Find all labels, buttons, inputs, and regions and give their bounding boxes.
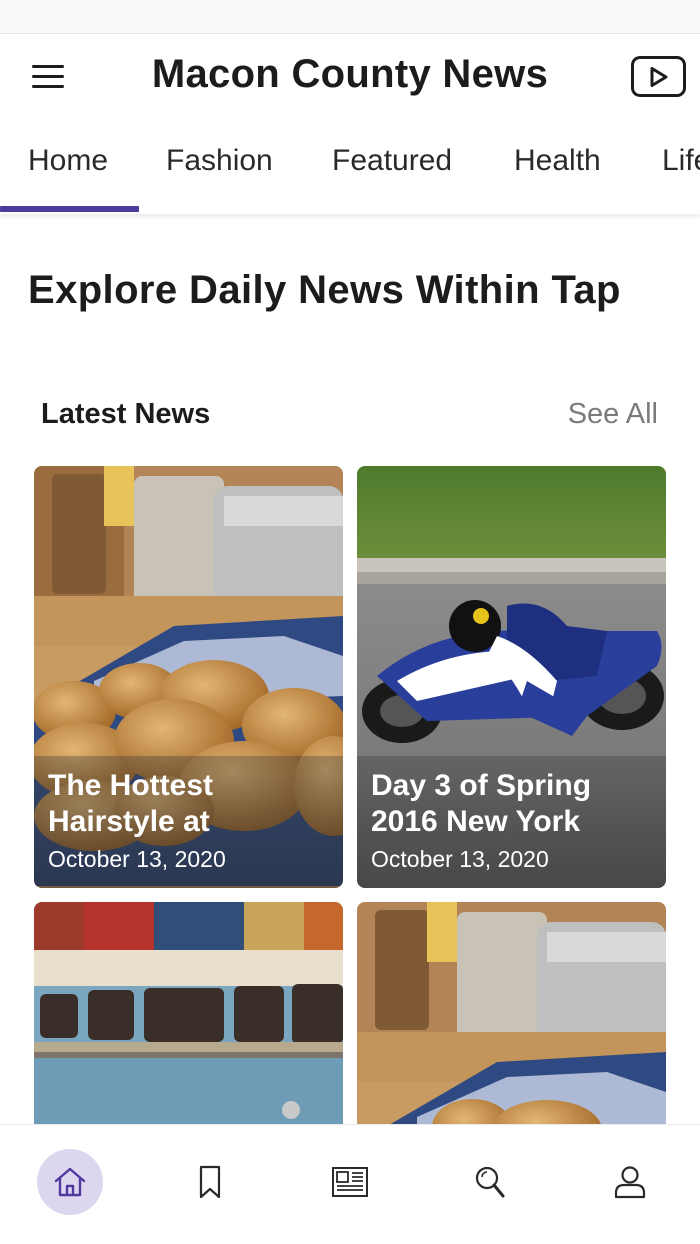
tab-health[interactable]: Health bbox=[514, 144, 601, 178]
section-title: Latest News bbox=[41, 398, 211, 430]
rusty-van-photo bbox=[34, 902, 343, 1132]
tab-featured[interactable]: Featured bbox=[332, 144, 452, 178]
app-title: Macon County News bbox=[151, 52, 549, 96]
hamburger-menu-icon[interactable] bbox=[22, 56, 74, 96]
tab-home[interactable]: Home bbox=[28, 144, 108, 178]
card-title: Day 3 of Spring 2016 New York bbox=[371, 769, 592, 838]
profile-icon[interactable] bbox=[597, 1149, 663, 1215]
tab-lifestyle[interactable]: Lifestyle bbox=[662, 144, 700, 178]
status-bar bbox=[0, 0, 700, 34]
tab-fashion[interactable]: Fashion bbox=[166, 144, 273, 178]
page-headline: Explore Daily News Within Tap bbox=[28, 268, 621, 312]
news-card[interactable] bbox=[357, 902, 666, 1132]
video-play-icon[interactable] bbox=[631, 56, 686, 97]
news-card[interactable]: The Hottest Hairstyle at October 13, 202… bbox=[34, 466, 343, 888]
news-card[interactable] bbox=[34, 902, 343, 1132]
newspaper-icon[interactable] bbox=[317, 1149, 383, 1215]
home-icon[interactable] bbox=[37, 1149, 103, 1215]
potatoes-basket-photo bbox=[357, 902, 666, 1132]
bottom-navigation bbox=[0, 1124, 700, 1244]
card-date: October 13, 2020 bbox=[48, 846, 226, 872]
bookmark-icon[interactable] bbox=[177, 1149, 243, 1215]
card-date: October 13, 2020 bbox=[371, 846, 549, 872]
app-header: Macon County News bbox=[0, 34, 700, 118]
category-tabs: Home Fashion Featured Health Lifestyle bbox=[0, 118, 700, 214]
search-icon[interactable] bbox=[457, 1149, 523, 1215]
active-tab-indicator bbox=[0, 206, 139, 212]
news-card[interactable]: Day 3 of Spring 2016 New York October 13… bbox=[357, 466, 666, 888]
see-all-link[interactable]: See All bbox=[568, 398, 658, 431]
card-title: The Hottest Hairstyle at bbox=[48, 769, 213, 838]
